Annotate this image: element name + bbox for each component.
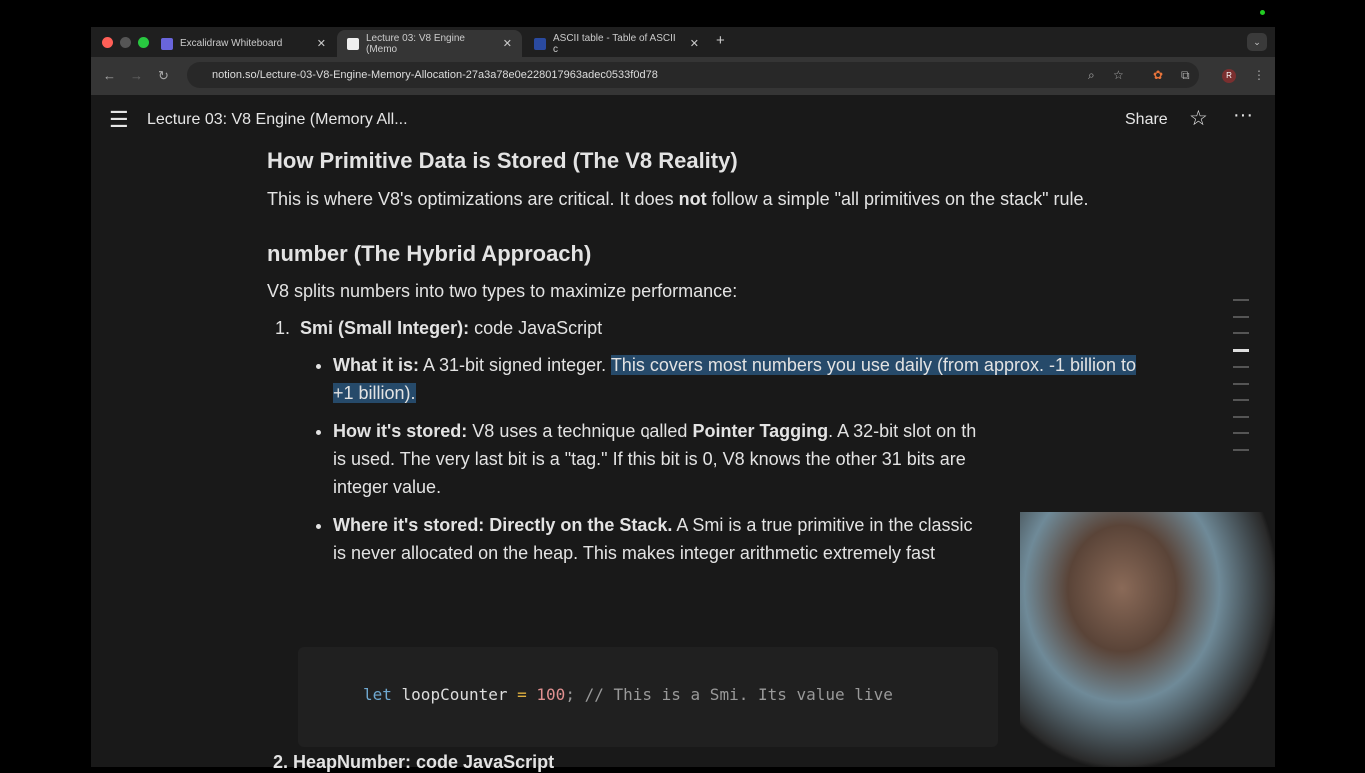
text: follow a simple "all primitives on the s…	[706, 189, 1089, 209]
excalidraw-icon	[161, 37, 173, 50]
share-button[interactable]: Share	[1125, 111, 1168, 129]
paragraph-numbers: V8 splits numbers into two types to maxi…	[267, 281, 738, 301]
close-tab-icon[interactable]: ✕	[690, 37, 699, 50]
bullet-what-it-is: What it is: A 31-bit signed integer. Thi…	[333, 351, 1147, 407]
code-block[interactable]: let loopCounter = 100; // This is a Smi.…	[298, 647, 998, 747]
menu-kebab-icon[interactable]: ⋮	[1253, 68, 1265, 82]
more-options-icon[interactable]: ···	[1233, 104, 1253, 127]
tab-title: Lecture 03: V8 Engine (Memo	[366, 32, 465, 55]
tab-ascii[interactable]: ASCII table - Table of ASCII c ✕	[524, 30, 709, 57]
close-window-button[interactable]	[102, 37, 113, 48]
extensions-puzzle-icon[interactable]: ⧉	[1181, 68, 1190, 83]
address-bar-row: ← → ↻ notion.so/Lecture-03-V8-Engine-Mem…	[91, 57, 1275, 95]
tab-lecture[interactable]: Lecture 03: V8 Engine (Memo ✕	[337, 30, 522, 57]
zoom-icon[interactable]: ⌕	[1088, 68, 1095, 83]
code-identifier: loopCounter	[391, 685, 518, 704]
code-number: 100	[526, 685, 566, 704]
text-cursor-icon: I	[646, 426, 650, 442]
text-bold: Where it's stored: Directly on the Stack…	[333, 515, 673, 535]
list-item-smi: 1. Smi (Small Integer): code JavaScript	[267, 314, 1147, 342]
forward-icon[interactable]: →	[130, 68, 143, 83]
text: V8 uses a technique called	[467, 421, 693, 441]
heading-primitive-storage: How Primitive Data is Stored (The V8 Rea…	[267, 148, 738, 173]
text-bold: not	[678, 189, 707, 209]
tab-bar: Excalidraw Whiteboard ✕ Lecture 03: V8 En…	[91, 27, 1275, 57]
notion-icon	[347, 37, 359, 50]
text: This is where V8's optimizations are cri…	[267, 189, 679, 209]
text: A 31-bit signed integer.	[419, 355, 611, 375]
text-bold: How it's stored:	[333, 421, 468, 441]
minimize-window-button[interactable]	[120, 37, 131, 48]
maximize-window-button[interactable]	[138, 37, 149, 48]
ascii-icon	[534, 37, 546, 50]
text: integer value.	[333, 477, 442, 497]
text: . A 32-bit slot on th	[828, 421, 977, 441]
paragraph-intro: This is where V8's optimizations are cri…	[267, 185, 1147, 213]
code-keyword: let	[363, 685, 392, 704]
recording-indicator-icon	[1260, 10, 1265, 15]
favorite-star-icon[interactable]: ☆	[1189, 106, 1208, 131]
list-number: 1.	[275, 318, 291, 338]
new-tab-button[interactable]: +	[716, 32, 725, 49]
url-input[interactable]: notion.so/Lecture-03-V8-Engine-Memory-Al…	[187, 62, 1199, 88]
profile-avatar[interactable]: R	[1222, 69, 1236, 83]
text-bold: Smi (Small Integer):	[300, 318, 470, 338]
code-comment: ; // This is a Smi. Its value live	[565, 685, 893, 704]
list-item-heapnumber: 2. HeapNumber: code JavaScript	[273, 752, 555, 772]
back-icon[interactable]: ←	[103, 68, 116, 83]
text: code JavaScript	[469, 318, 603, 338]
page-title[interactable]: Lecture 03: V8 Engine (Memory All...	[147, 111, 408, 129]
text: is used. The very last bit is a "tag." I…	[333, 449, 966, 469]
notion-header: ☰ Lecture 03: V8 Engine (Memory All... S…	[91, 95, 1275, 147]
text: is never allocated on the heap. This mak…	[333, 543, 935, 563]
heading-number: number (The Hybrid Approach)	[267, 241, 592, 266]
tab-excalidraw[interactable]: Excalidraw Whiteboard ✕	[151, 30, 336, 57]
text-bold: Pointer Tagging	[692, 421, 829, 441]
reload-icon[interactable]: ↻	[158, 68, 169, 84]
url-text: notion.so/Lecture-03-V8-Engine-Memory-Al…	[212, 69, 658, 81]
text-bold: What it is:	[333, 355, 419, 375]
tab-title: Excalidraw Whiteboard	[180, 38, 283, 49]
sidebar-menu-icon[interactable]: ☰	[109, 107, 129, 133]
code-operator: =	[517, 685, 527, 704]
close-tab-icon[interactable]: ✕	[317, 37, 326, 50]
bullet-how-stored: How it's stored: V8 uses a technique cal…	[333, 417, 1147, 501]
table-of-contents-minimap[interactable]	[1233, 299, 1249, 465]
bookmark-star-icon[interactable]: ☆	[1113, 68, 1124, 82]
page-content: How Primitive Data is Stored (The V8 Rea…	[267, 146, 1147, 567]
tab-search-button[interactable]: ⌄	[1247, 33, 1267, 51]
webcam-overlay-presenter	[1020, 512, 1275, 767]
text: A Smi is a true primitive in the classic	[672, 515, 973, 535]
extension-icon[interactable]: ✿	[1153, 68, 1163, 82]
tab-title: ASCII table - Table of ASCII c	[553, 32, 676, 55]
close-tab-icon[interactable]: ✕	[503, 37, 512, 50]
